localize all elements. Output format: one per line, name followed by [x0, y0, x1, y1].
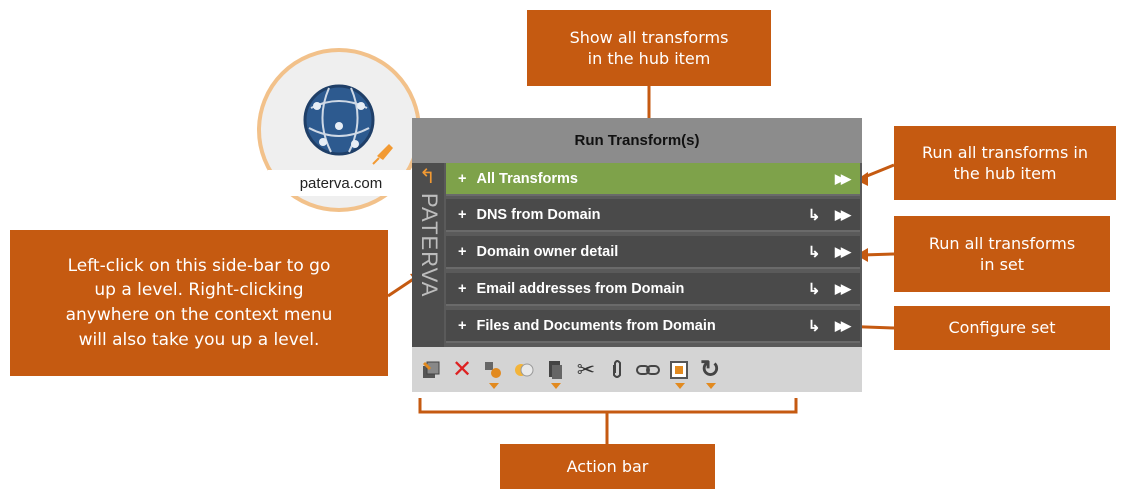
configure-set-icon[interactable]: ↳: [804, 243, 824, 261]
dropdown-arrow-icon: [551, 382, 561, 389]
action-bar: ✕ ✂ ↻: [412, 347, 862, 392]
callout-line: will also take you up a level.: [78, 329, 320, 350]
expand-icon: +: [458, 170, 467, 187]
back-sidebar[interactable]: ↰ PATERVA: [412, 163, 444, 347]
menu-item-files-and-documents[interactable]: + Files and Documents from Domain ↳ ▶▶: [446, 310, 860, 343]
configure-set-icon[interactable]: ↳: [804, 317, 824, 335]
expand-icon: +: [458, 317, 467, 334]
bookmark-icon[interactable]: [511, 355, 537, 385]
select-icon[interactable]: [666, 355, 692, 389]
callout-line: Show all transforms: [569, 27, 729, 47]
run-all-icon[interactable]: ▶▶: [830, 318, 852, 334]
dropdown-arrow-icon: [706, 382, 716, 389]
menu-item-dns-from-domain[interactable]: + DNS from Domain ↳ ▶▶: [446, 199, 860, 232]
run-transforms-menu: Run Transform(s) ↰ PATERVA + All Transfo…: [412, 118, 862, 392]
run-all-icon[interactable]: ▶▶: [830, 244, 852, 260]
menu-item-email-addresses[interactable]: + Email addresses from Domain ↳ ▶▶: [446, 273, 860, 306]
dropdown-arrow-icon: [675, 382, 685, 389]
expand-icon: +: [458, 206, 467, 223]
menu-title: Run Transform(s): [412, 118, 862, 163]
dropdown-arrow-icon: [489, 382, 499, 389]
expand-icon: +: [458, 243, 467, 260]
link-icon[interactable]: [635, 355, 661, 385]
menu-item-label: All Transforms: [476, 170, 578, 187]
callout-run-set: Run all transforms in set: [894, 216, 1110, 292]
callout-line: in the hub item: [587, 49, 711, 68]
callout-line: in set: [979, 255, 1025, 274]
callout-line: the hub item: [953, 164, 1057, 183]
attach-icon[interactable]: [604, 355, 630, 385]
sidebar-label: PATERVA: [417, 193, 442, 298]
menu-item-label: Email addresses from Domain: [476, 280, 685, 297]
configure-set-icon[interactable]: ↳: [804, 280, 824, 298]
menu-item-label: DNS from Domain: [476, 206, 601, 223]
callout-line: Action bar: [566, 456, 649, 476]
hub-item-label: paterva.com: [268, 170, 414, 196]
callout-line: Run all transforms: [928, 233, 1076, 253]
configure-set-icon[interactable]: ↳: [804, 206, 824, 224]
callout-line: Configure set: [948, 318, 1056, 338]
menu-item-label: Files and Documents from Domain: [476, 317, 716, 334]
callout-show-all-transforms: Show all transforms in the hub item: [527, 10, 771, 86]
callout-configure-set: Configure set: [894, 306, 1110, 350]
run-all-icon[interactable]: ▶▶: [830, 207, 852, 223]
menu-item-label: Domain owner detail: [476, 243, 619, 260]
delete-icon[interactable]: ✕: [449, 355, 475, 385]
expand-icon: +: [458, 280, 467, 297]
callout-line: anywhere on the context menu: [65, 305, 333, 325]
callout-left-click-sidebar: Left-click on this side-bar to go up a l…: [10, 230, 388, 376]
copy-to-graph-icon[interactable]: [418, 355, 444, 385]
menu-item-all-transforms[interactable]: + All Transforms ▶▶: [446, 163, 860, 196]
callout-line: Run all transforms in: [922, 142, 1088, 162]
change-type-icon[interactable]: [480, 355, 506, 389]
callout-line: Left-click on this side-bar to go: [67, 255, 331, 276]
callout-line: up a level. Right-clicking: [94, 280, 304, 301]
menu-item-domain-owner-detail[interactable]: + Domain owner detail ↳ ▶▶: [446, 236, 860, 269]
run-all-icon[interactable]: ▶▶: [830, 171, 852, 187]
run-all-icon[interactable]: ▶▶: [830, 281, 852, 297]
callout-action-bar: Action bar: [500, 444, 715, 489]
refresh-icon[interactable]: ↻: [697, 355, 723, 389]
cut-icon[interactable]: ✂: [573, 355, 599, 385]
back-arrow-icon: ↰: [419, 166, 436, 188]
callout-run-hub: Run all transforms in the hub item: [894, 126, 1116, 200]
paste-icon[interactable]: [542, 355, 568, 389]
